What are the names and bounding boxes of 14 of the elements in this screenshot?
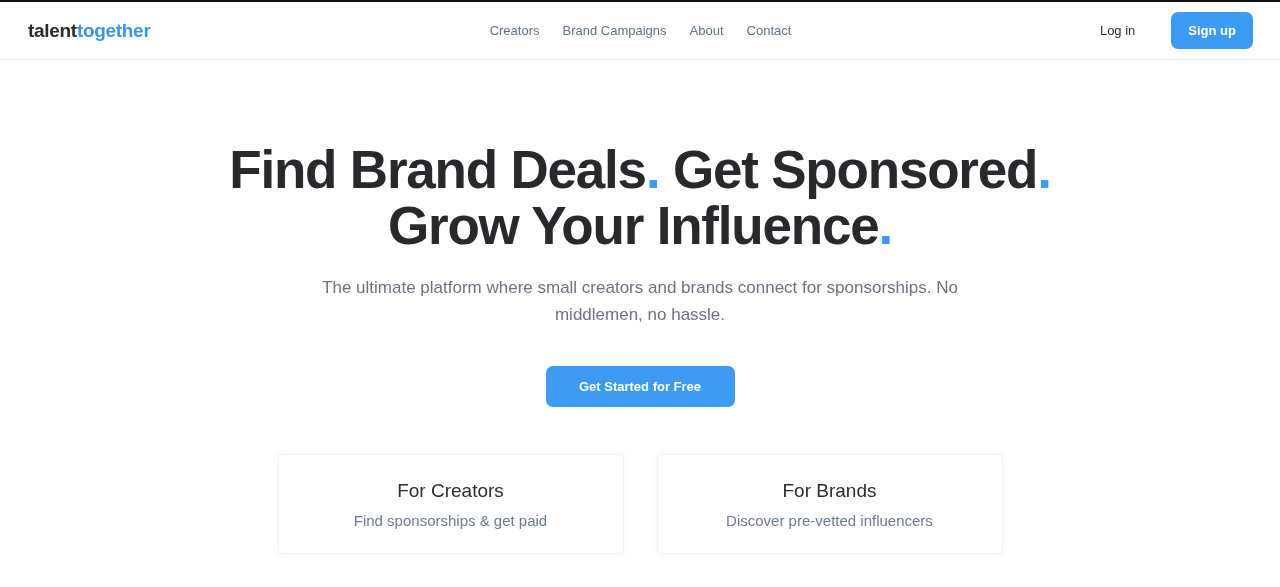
card-title: For Brands: [782, 479, 877, 502]
nav-link[interactable]: Contact: [746, 23, 792, 38]
nav-link[interactable]: Creators: [489, 23, 540, 38]
nav-link[interactable]: About: [689, 23, 724, 38]
subtitle: The ultimate platform where small creators and brands connect for sponsorships. No middlemen, no hassle.: [321, 277, 959, 326]
signup-button[interactable]: Sign up: [1171, 12, 1253, 49]
card-text: Find sponsorships & get paid: [353, 511, 548, 529]
card-text: Discover pre-vetted influencers: [726, 511, 933, 529]
login-link[interactable]: Log in: [1099, 23, 1136, 38]
card-title: For Creators: [397, 479, 504, 502]
logo[interactable]: talenttogether: [28, 19, 228, 42]
headline: Find Brand Deals. Get Sponsored. Grow Your Influence.: [229, 142, 1051, 254]
nav-link[interactable]: Brand Campaigns: [562, 23, 667, 38]
get-started-button[interactable]: Get Started for Free: [545, 366, 735, 407]
